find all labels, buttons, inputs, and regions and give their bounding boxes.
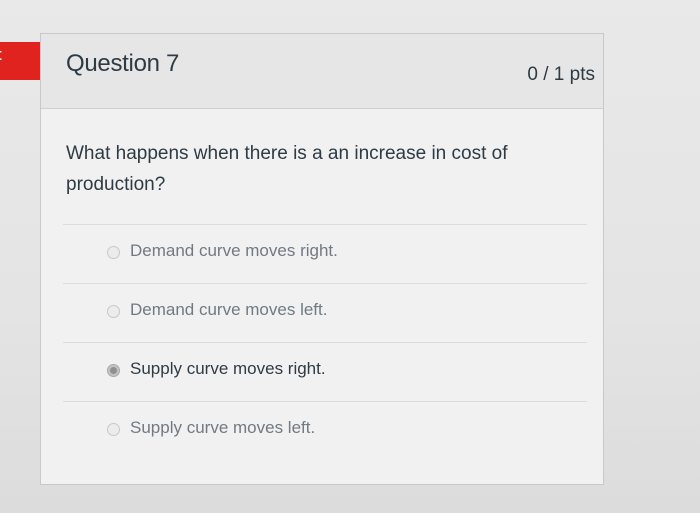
radio-button-icon[interactable] <box>107 305 120 318</box>
radio-button-icon[interactable] <box>107 246 120 259</box>
question-points: 0 / 1 pts <box>527 64 595 85</box>
radio-button-selected-icon[interactable] <box>107 364 120 377</box>
answer-option[interactable]: Demand curve moves right. <box>63 224 587 283</box>
question-card: Question 7 0 / 1 pts What happens when t… <box>40 33 604 485</box>
question-title: Question 7 <box>66 50 180 77</box>
radio-button-icon[interactable] <box>107 423 120 436</box>
flag-text: t <box>0 44 2 66</box>
answer-label: Supply curve moves left. <box>130 418 316 437</box>
answer-option[interactable]: Demand curve moves left. <box>63 283 587 342</box>
answer-option-selected[interactable]: Supply curve moves right. <box>63 342 587 401</box>
answer-label: Demand curve moves right. <box>130 241 338 260</box>
question-text: What happens when there is a an increase… <box>66 143 508 195</box>
answer-list: Demand curve moves right. Demand curve m… <box>63 224 587 460</box>
answer-label: Supply curve moves right. <box>130 359 326 378</box>
answer-label: Demand curve moves left. <box>130 300 328 319</box>
question-header: Question 7 0 / 1 pts <box>41 34 603 109</box>
answer-option[interactable]: Supply curve moves left. <box>63 401 587 460</box>
